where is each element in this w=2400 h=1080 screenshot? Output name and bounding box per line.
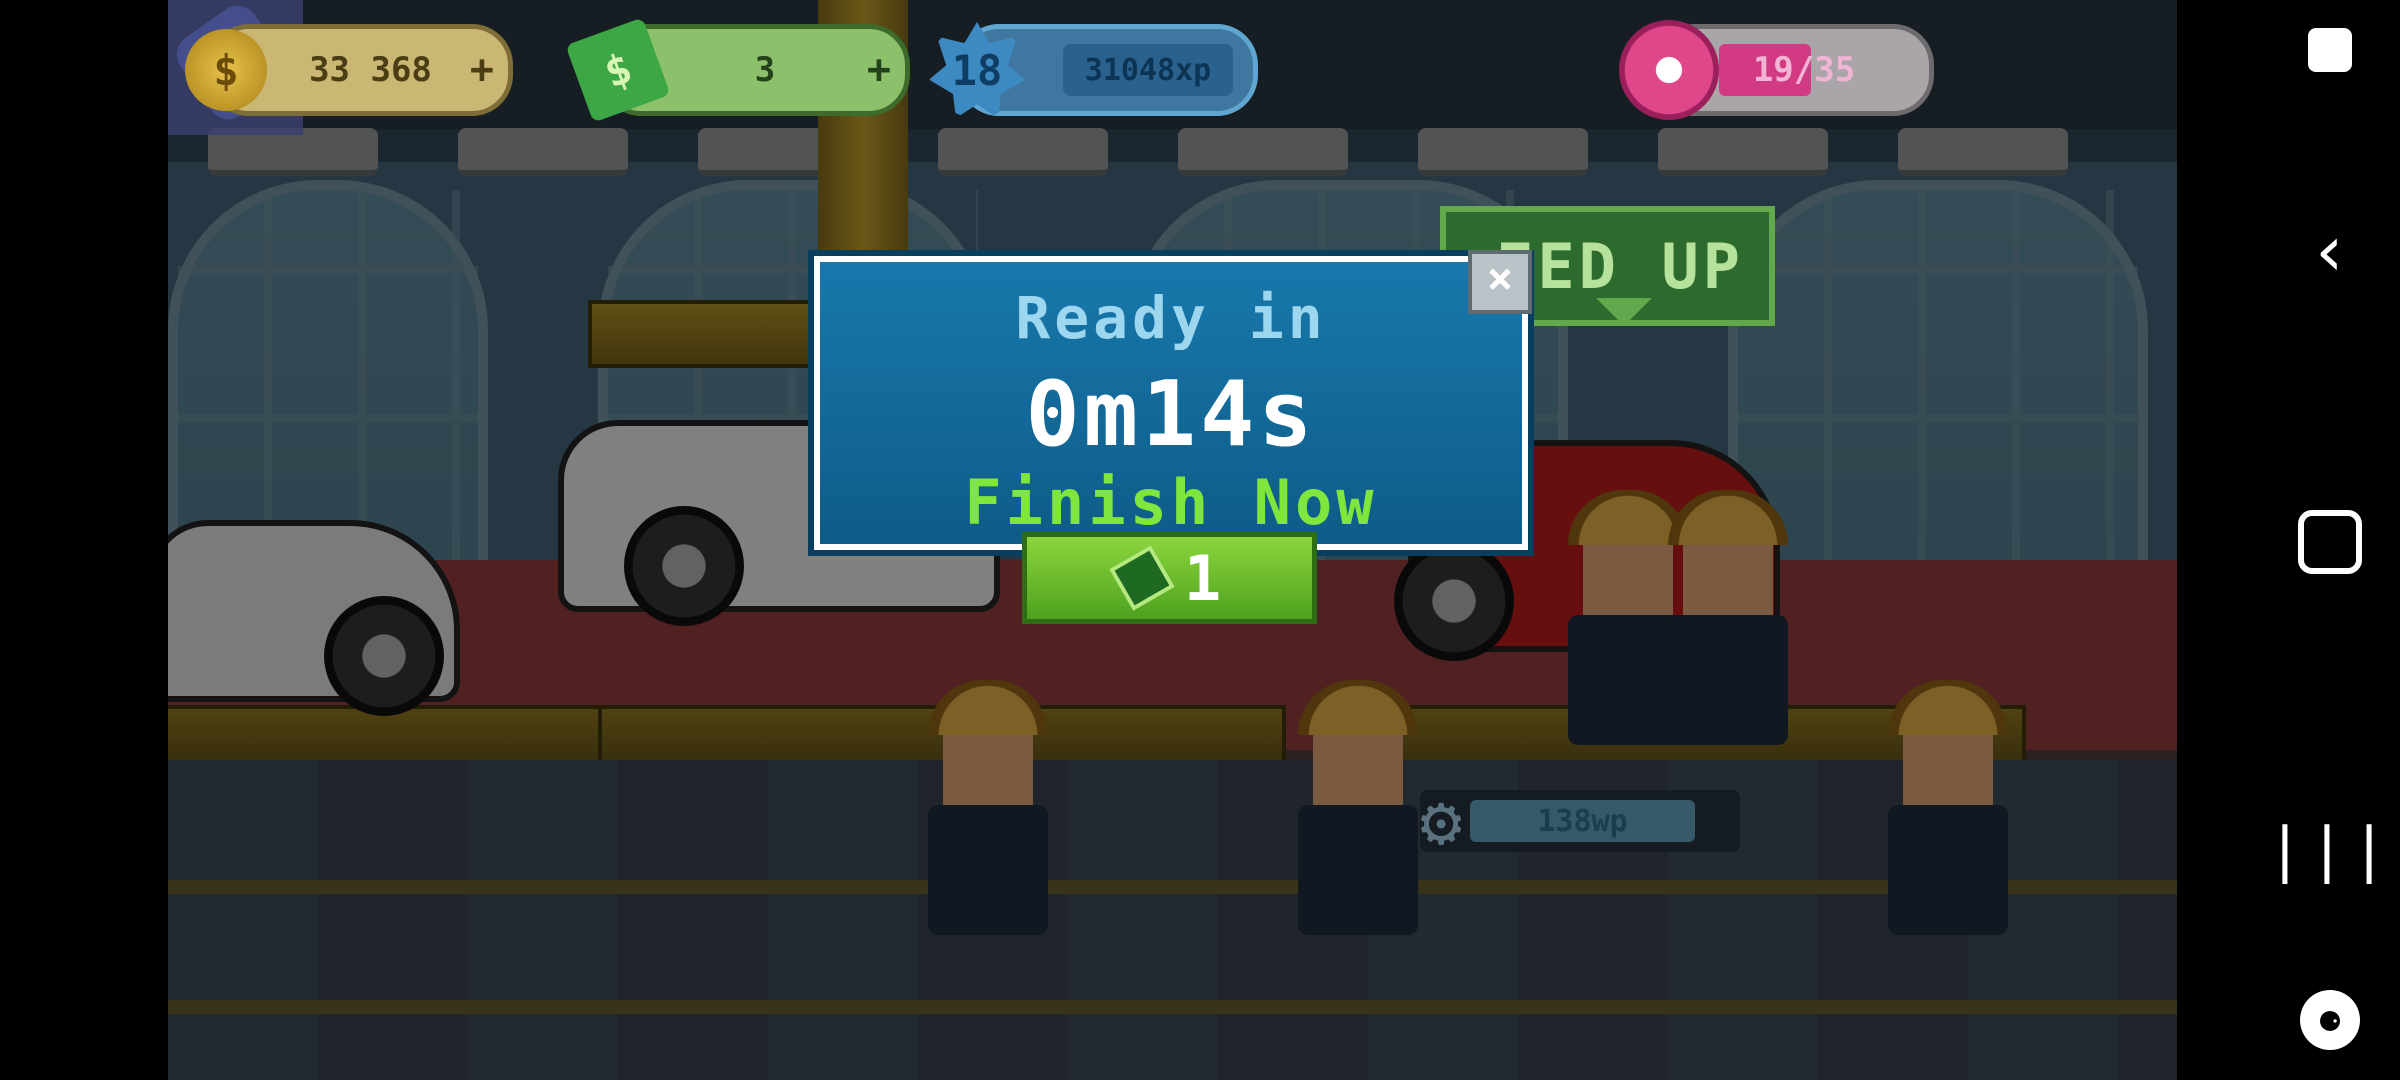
xp-counter[interactable]: 18 31048xp: [929, 22, 1258, 118]
add-cash-icon[interactable]: +: [867, 47, 891, 93]
dialog-title: Ready in: [1015, 284, 1327, 352]
recent-apps-icon: |||: [2266, 815, 2394, 885]
donut-value: 19/35: [1752, 50, 1856, 90]
recent-apps-button[interactable]: |||: [2267, 815, 2387, 885]
screenshot-tool-button[interactable]: [2290, 28, 2370, 72]
wp-value: 138wp: [1470, 800, 1695, 842]
finish-cost: 1: [1183, 541, 1222, 615]
gamepad-icon: ⚈: [2300, 990, 2360, 1050]
coin-icon: $: [185, 29, 267, 111]
back-button[interactable]: ‹: [2290, 210, 2370, 292]
home-button[interactable]: [2290, 510, 2370, 574]
cash-counter[interactable]: $ 3 +: [565, 17, 910, 123]
coins-counter[interactable]: $ 33 368 +: [185, 24, 513, 116]
cash-icon: [1109, 545, 1175, 611]
ready-in-dialog: Ready in 0m14s Finish Now ×: [808, 250, 1534, 556]
gear-icon: ⚙: [1420, 780, 1463, 862]
add-coins-icon[interactable]: +: [470, 47, 494, 93]
countdown-timer: 0m14s: [1025, 362, 1317, 467]
finish-now-button[interactable]: 1: [1022, 532, 1317, 624]
workplace-indicator: ⚙ 138wp: [1420, 780, 1740, 862]
xp-value: 31048xp: [1063, 44, 1233, 96]
donut-icon: [1619, 20, 1719, 120]
finish-now-label: Finish Now: [964, 466, 1378, 539]
game-tools-button[interactable]: ⚈: [2290, 990, 2370, 1050]
edit-icon: [2308, 28, 2352, 72]
close-dialog-button[interactable]: ×: [1468, 250, 1532, 314]
back-icon: ‹: [2308, 210, 2352, 292]
home-icon: [2298, 510, 2362, 574]
level-value: 18: [951, 45, 1003, 95]
cash-value: 3: [754, 50, 776, 90]
coins-value: 33 368: [309, 50, 432, 90]
donut-counter[interactable]: 19/35: [1619, 20, 1934, 120]
